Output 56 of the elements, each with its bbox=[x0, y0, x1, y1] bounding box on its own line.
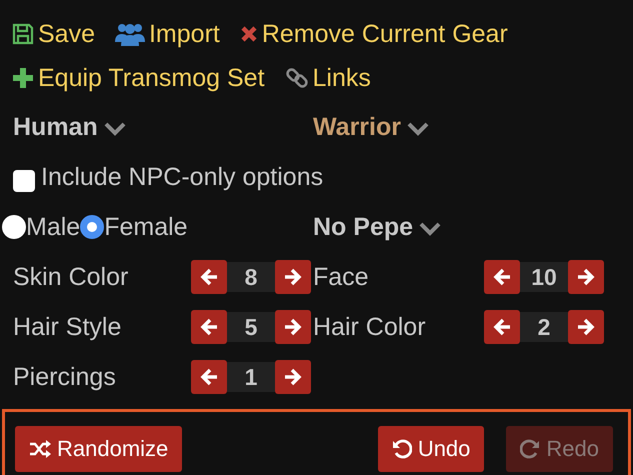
previous-button[interactable] bbox=[191, 260, 227, 294]
next-button[interactable] bbox=[275, 360, 311, 394]
next-button[interactable] bbox=[568, 310, 604, 344]
randomize-button[interactable]: Randomize bbox=[15, 426, 182, 472]
redo-icon bbox=[520, 439, 540, 459]
left-arrow-icon bbox=[200, 318, 218, 336]
plus-icon bbox=[12, 67, 34, 89]
save-link[interactable]: Save bbox=[12, 18, 95, 50]
undo-icon bbox=[392, 439, 412, 459]
left-arrow-icon bbox=[493, 268, 511, 286]
chevron-down-icon bbox=[419, 222, 442, 236]
right-arrow-icon bbox=[284, 368, 302, 386]
checkbox-label: Include NPC-only options bbox=[41, 162, 324, 192]
import-link[interactable]: Import bbox=[114, 18, 220, 50]
option-value: 2 bbox=[520, 312, 568, 342]
left-arrow-icon bbox=[493, 318, 511, 336]
race-dropdown[interactable]: Human bbox=[13, 112, 126, 142]
option-label: Hair Color bbox=[313, 312, 426, 342]
previous-button[interactable] bbox=[484, 260, 520, 294]
radio-label: Male bbox=[26, 212, 80, 242]
checkbox[interactable] bbox=[13, 170, 35, 192]
option-value: 1 bbox=[227, 362, 275, 392]
links-link[interactable]: Links bbox=[284, 62, 371, 94]
right-arrow-icon bbox=[284, 268, 302, 286]
option-label: Piercings bbox=[13, 362, 116, 392]
close-icon bbox=[240, 25, 258, 43]
radio-label: Female bbox=[104, 212, 188, 242]
equip-link[interactable]: Equip Transmog Set bbox=[12, 62, 265, 94]
chevron-down-icon bbox=[104, 122, 126, 136]
right-arrow-icon bbox=[284, 318, 302, 336]
previous-button[interactable] bbox=[484, 310, 520, 344]
option-label: Hair Style bbox=[13, 312, 122, 342]
users-icon bbox=[114, 22, 145, 46]
chain-link-icon bbox=[284, 66, 309, 90]
class-dropdown[interactable]: Warrior bbox=[313, 112, 429, 142]
next-button[interactable] bbox=[275, 310, 311, 344]
next-button[interactable] bbox=[275, 260, 311, 294]
left-arrow-icon bbox=[200, 268, 218, 286]
next-button[interactable] bbox=[568, 260, 604, 294]
option-value: 5 bbox=[227, 312, 275, 342]
undo-button[interactable]: Undo bbox=[378, 426, 484, 472]
shuffle-icon bbox=[29, 440, 51, 458]
right-arrow-icon bbox=[577, 318, 595, 336]
option-value: 8 bbox=[227, 262, 275, 292]
previous-button[interactable] bbox=[191, 360, 227, 394]
option-label: Face bbox=[313, 262, 369, 292]
remove-link[interactable]: Remove Current Gear bbox=[240, 18, 508, 50]
option-value: 10 bbox=[520, 262, 568, 292]
radio-button[interactable] bbox=[80, 215, 104, 239]
option-label: Skin Color bbox=[13, 262, 128, 292]
variant-dropdown[interactable]: No Pepe bbox=[313, 212, 442, 242]
previous-button[interactable] bbox=[191, 310, 227, 344]
chevron-down-icon bbox=[406, 122, 429, 136]
left-arrow-icon bbox=[200, 368, 218, 386]
radio-button[interactable] bbox=[2, 215, 26, 239]
right-arrow-icon bbox=[577, 268, 595, 286]
